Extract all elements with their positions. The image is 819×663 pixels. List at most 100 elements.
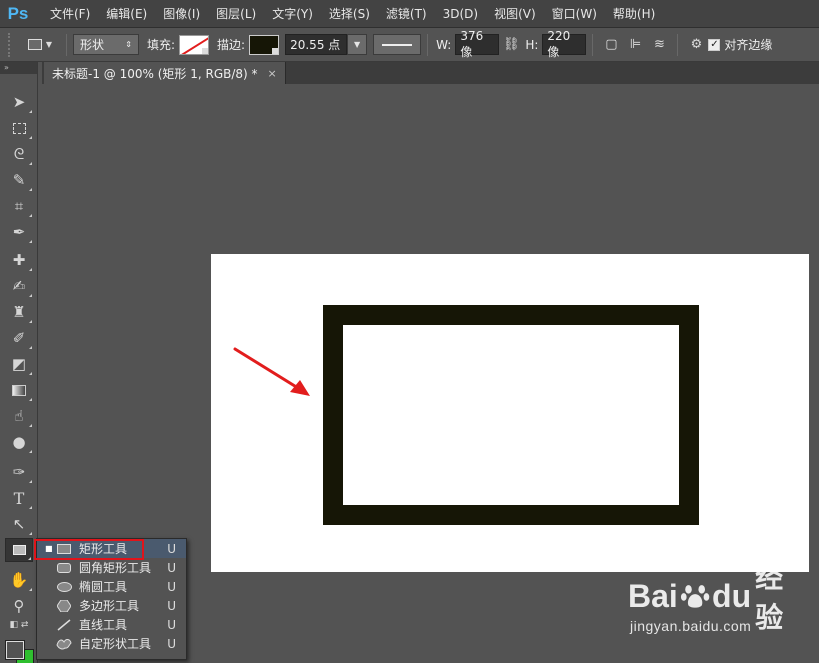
close-icon[interactable]: × — [268, 67, 277, 80]
fill-swatch[interactable] — [179, 34, 210, 55]
polygon-icon — [55, 599, 73, 612]
stroke-type-select[interactable] — [373, 34, 422, 55]
hand-tool-icon[interactable]: ✋ — [5, 568, 33, 592]
flyout-item-rectangle-tool[interactable]: ■ 矩形工具 U — [34, 539, 186, 560]
stroke-line-icon — [382, 43, 413, 46]
flyout-item-label: 圆角矩形工具 — [79, 561, 152, 575]
menu-select[interactable]: 选择(S) — [321, 0, 378, 28]
history-brush-tool-icon[interactable]: ✐ — [5, 326, 33, 350]
watermark-brand-b: du — [712, 577, 752, 614]
flyout-shortcut: U — [167, 579, 176, 594]
rectangle-shape-layer[interactable] — [323, 305, 699, 525]
clone-stamp-tool-icon[interactable]: ♜ — [5, 300, 33, 324]
link-icon[interactable]: ⛓ — [499, 33, 523, 57]
toolbox-collapse-icon[interactable]: » — [0, 62, 37, 74]
flyout-shortcut: U — [167, 541, 176, 556]
flyout-item-label: 多边形工具 — [79, 599, 140, 613]
menu-filter[interactable]: 滤镜(T) — [378, 0, 435, 28]
flyout-item-ellipse-tool[interactable]: 椭圆工具 U — [37, 577, 186, 596]
chevron-down-icon: ▼ — [45, 40, 53, 49]
height-label: H: — [525, 37, 539, 52]
menu-image[interactable]: 图像(I) — [155, 0, 208, 28]
menu-3d[interactable]: 3D(D) — [435, 0, 486, 28]
type-tool-icon[interactable]: T — [5, 486, 33, 510]
gradient-tool-icon[interactable] — [5, 378, 33, 402]
eyedropper-tool-icon[interactable]: ✒ — [5, 220, 33, 244]
path-operations-icon[interactable]: ▢ — [599, 33, 623, 57]
paw-icon — [680, 585, 710, 608]
custom-shape-icon — [55, 638, 73, 650]
quick-selection-tool-icon[interactable]: ✎ — [5, 168, 33, 192]
document-canvas[interactable] — [211, 254, 809, 572]
flyout-item-label: 自定形状工具 — [79, 637, 152, 651]
menu-view[interactable]: 视图(V) — [486, 0, 544, 28]
document-tab-title: 未标题-1 @ 100% (矩形 1, RGB/8) * — [52, 66, 258, 81]
menu-edit[interactable]: 编辑(E) — [98, 0, 155, 28]
options-grip[interactable] — [8, 32, 14, 57]
rectangle-icon — [55, 543, 73, 555]
stroke-label: 描边: — [217, 38, 246, 52]
foreground-color[interactable] — [5, 640, 25, 660]
line-icon — [55, 618, 73, 631]
stroke-swatch[interactable] — [249, 34, 280, 55]
blur-tool-icon[interactable]: ☝ — [5, 404, 33, 428]
marquee-tool-icon[interactable] — [5, 116, 33, 140]
path-arrangement-icon[interactable]: ≋ — [647, 33, 671, 57]
toolbox-panel: » ➤ ᘓ ✎ ⌗ ✒ ✚ ✍ ♜ ✐ ◩ ☝ ● ✑ T ↖ ✋ ⚲ ◧ ⇄ — [0, 62, 38, 663]
updown-icon: ⇕ — [125, 40, 132, 49]
divider — [592, 33, 594, 56]
menu-type[interactable]: 文字(Y) — [264, 0, 321, 28]
swap-colors-icon[interactable]: ◧ ⇄ — [5, 618, 33, 632]
move-tool-icon[interactable]: ➤ — [5, 90, 33, 114]
watermark-brand-cn: 经验 — [755, 561, 784, 634]
width-label: W: — [436, 37, 452, 52]
dropdown-corner-icon — [202, 47, 209, 54]
divider — [66, 33, 67, 56]
eraser-tool-icon[interactable]: ◩ — [5, 352, 33, 376]
lasso-tool-icon[interactable]: ᘓ — [5, 142, 33, 166]
dodge-tool-icon[interactable]: ● — [5, 430, 33, 454]
baidu-jingyan-watermark: Bai du 经验 jingyan.baidu.com — [628, 561, 808, 644]
align-edges-checkbox[interactable]: ✓ — [708, 38, 721, 51]
flyout-item-rounded-rectangle-tool[interactable]: 圆角矩形工具 U — [37, 558, 186, 577]
flyout-shortcut: U — [167, 560, 176, 575]
path-selection-tool-icon[interactable]: ↖ — [5, 512, 33, 536]
mode-select[interactable]: 形状 ⇕ — [73, 34, 139, 55]
menu-layer[interactable]: 图层(L) — [208, 0, 264, 28]
zoom-tool-icon[interactable]: ⚲ — [5, 594, 33, 618]
chevron-down-icon: ▼ — [354, 40, 361, 49]
menu-bar: Ps 文件(F) 编辑(E) 图像(I) 图层(L) 文字(Y) 选择(S) 滤… — [0, 0, 819, 28]
gear-icon[interactable]: ⚙ — [684, 33, 708, 57]
document-tab[interactable]: 未标题-1 @ 100% (矩形 1, RGB/8) * × — [44, 62, 286, 84]
flyout-item-line-tool[interactable]: 直线工具 U — [37, 615, 186, 634]
rectangle-tool-icon[interactable] — [5, 538, 33, 562]
healing-brush-tool-icon[interactable]: ✚ — [5, 248, 33, 272]
tool-preset-picker[interactable]: ▼ — [20, 34, 60, 56]
flyout-shortcut: U — [167, 598, 176, 613]
stroke-width-dropdown[interactable]: ▼ — [347, 34, 368, 55]
options-bar: ▼ 形状 ⇕ 填充: 描边: 20.55 点 ▼ W: 376 像 ⛓ H: 2… — [0, 28, 819, 62]
menu-window[interactable]: 窗口(W) — [544, 0, 605, 28]
flyout-item-label: 椭圆工具 — [79, 580, 128, 594]
selected-marker: ■ — [45, 544, 53, 553]
crop-tool-icon[interactable]: ⌗ — [5, 194, 33, 218]
document-tab-bar: 未标题-1 @ 100% (矩形 1, RGB/8) * × — [42, 62, 819, 84]
mode-value: 形状 — [80, 38, 105, 52]
stroke-width-input[interactable]: 20.55 点 — [285, 34, 348, 55]
flyout-shortcut: U — [167, 617, 176, 632]
divider — [677, 33, 679, 56]
brush-tool-icon[interactable]: ✍ — [5, 274, 33, 298]
path-alignment-icon[interactable]: ⊫ — [623, 33, 647, 57]
ellipse-icon — [55, 581, 73, 593]
divider — [427, 33, 429, 56]
height-input[interactable]: 220 像 — [542, 29, 587, 59]
menu-help[interactable]: 帮助(H) — [605, 0, 663, 28]
flyout-item-custom-shape-tool[interactable]: 自定形状工具 U — [37, 634, 186, 653]
pen-tool-icon[interactable]: ✑ — [5, 460, 33, 484]
menu-file[interactable]: 文件(F) — [42, 0, 98, 28]
width-input[interactable]: 376 像 — [455, 29, 500, 59]
watermark-brand-a: Bai — [628, 577, 678, 614]
rectangle-icon — [27, 39, 42, 50]
color-swatches[interactable] — [4, 637, 36, 663]
flyout-item-polygon-tool[interactable]: 多边形工具 U — [37, 596, 186, 615]
